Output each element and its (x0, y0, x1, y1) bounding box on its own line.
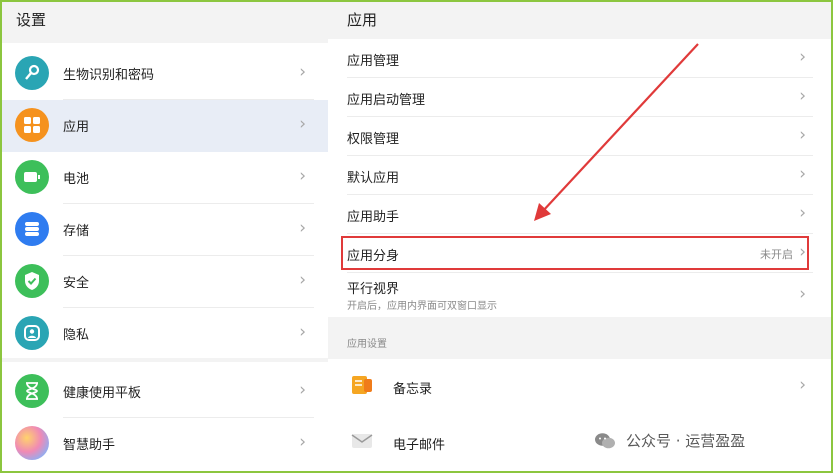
app-management-item[interactable]: 应用管理 › (328, 39, 831, 78)
app-launch-item[interactable]: 应用启动管理 › (328, 78, 831, 117)
key-icon (15, 56, 49, 90)
apps-grid-icon (15, 108, 49, 142)
chevron-right-icon: › (799, 47, 806, 67)
section-label: 应用设置 (347, 339, 387, 350)
storage-icon (15, 212, 49, 246)
permissions-item[interactable]: 权限管理 › (328, 117, 831, 156)
sidebar-item-biometrics[interactable]: 生物识别和密码 › (2, 48, 328, 100)
item-label: 应用管理 (347, 54, 400, 69)
chevron-right-icon: › (799, 375, 806, 395)
privacy-icon (15, 316, 49, 350)
email-icon (350, 429, 374, 453)
sidebar-item-battery[interactable]: 电池 › (2, 152, 328, 204)
chevron-right-icon: › (299, 114, 306, 134)
sidebar-item-label: 安全 (63, 276, 90, 291)
sidebar-item-healthy-usage[interactable]: 健康使用平板 › (2, 366, 328, 418)
sidebar-card: 生物识别和密码 › 应用 › 电池 › 存储 › 安全 › 隐私 › (2, 43, 328, 358)
default-apps-item[interactable]: 默认应用 › (328, 156, 831, 195)
highlight-box (341, 236, 809, 270)
item-label: 备忘录 (393, 382, 433, 397)
sidebar-item-label: 存储 (63, 224, 90, 239)
parallel-view-item[interactable]: 平行视界 开启后，应用内界面可双窗口显示 › (328, 273, 831, 317)
screenshot-frame: 设置 生物识别和密码 › 应用 › 电池 › 存储 › 安全 › 隐私 › 健康… (0, 0, 833, 473)
item-label: 应用助手 (347, 210, 400, 225)
sidebar-card: 健康使用平板 › 智慧助手 › (2, 362, 328, 471)
shield-icon (15, 264, 49, 298)
chevron-right-icon: › (299, 380, 306, 400)
wechat-icon (595, 432, 615, 448)
app-settings-card: 备忘录 › 电子邮件 (328, 359, 831, 471)
sidebar-title: 设置 (16, 11, 47, 29)
sidebar-item-label: 应用 (63, 120, 90, 135)
chevron-right-icon: › (299, 166, 306, 186)
item-label: 默认应用 (347, 171, 400, 186)
item-subtitle: 开启后，应用内界面可双窗口显示 (347, 301, 497, 312)
chevron-right-icon: › (799, 125, 806, 145)
app-email-item[interactable]: 电子邮件 (328, 415, 831, 471)
sidebar-item-label: 生物识别和密码 (63, 68, 155, 83)
page-title: 应用 (347, 11, 378, 29)
chevron-right-icon: › (299, 218, 306, 238)
watermark-text: 公众号 · 运营盈盈 (626, 432, 746, 450)
item-label: 电子邮件 (393, 438, 446, 453)
chevron-right-icon: › (799, 203, 806, 223)
settings-sidebar: 设置 生物识别和密码 › 应用 › 电池 › 存储 › 安全 › 隐私 › 健康… (2, 2, 328, 471)
chevron-right-icon: › (299, 432, 306, 452)
chevron-right-icon: › (799, 284, 806, 304)
assistant-icon (15, 426, 49, 460)
sidebar-item-privacy[interactable]: 隐私 › (2, 308, 328, 360)
sidebar-item-security[interactable]: 安全 › (2, 256, 328, 308)
sidebar-item-label: 健康使用平板 (63, 386, 142, 401)
apps-options-card: 应用管理 › 应用启动管理 › 权限管理 › 默认应用 › 应用助手 › 应用分… (328, 39, 831, 317)
sidebar-item-apps[interactable]: 应用 › (2, 100, 328, 152)
watermark: 公众号 · 运营盈盈 (594, 430, 745, 451)
memo-icon (350, 373, 374, 397)
item-label: 平行视界 (347, 282, 400, 297)
item-label: 应用启动管理 (347, 93, 426, 108)
chevron-right-icon: › (799, 86, 806, 106)
hourglass-icon (15, 374, 49, 408)
sidebar-item-label: 电池 (63, 172, 90, 187)
sidebar-item-storage[interactable]: 存储 › (2, 204, 328, 256)
chevron-right-icon: › (299, 322, 306, 342)
sidebar-item-label: 隐私 (63, 328, 90, 343)
app-memo-item[interactable]: 备忘录 › (328, 359, 831, 415)
app-assistant-item[interactable]: 应用助手 › (328, 195, 831, 234)
battery-icon (15, 160, 49, 194)
sidebar-item-label: 智慧助手 (63, 438, 116, 453)
chevron-right-icon: › (799, 164, 806, 184)
chevron-right-icon: › (299, 270, 306, 290)
chevron-right-icon: › (299, 62, 306, 82)
item-label: 权限管理 (347, 132, 400, 147)
sidebar-item-smart-assistant[interactable]: 智慧助手 › (2, 418, 328, 470)
